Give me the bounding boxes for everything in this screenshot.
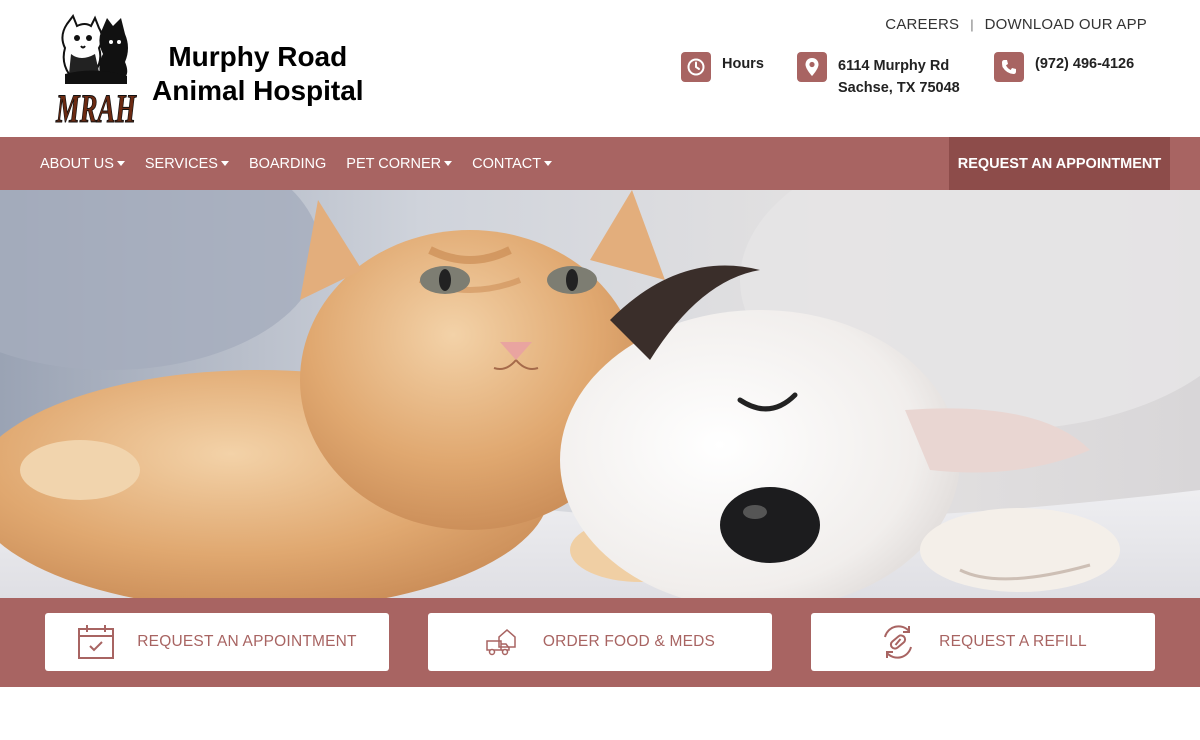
caret-down-icon	[444, 161, 453, 166]
nav-pet-corner-label: PET CORNER	[346, 155, 442, 172]
request-refill-button[interactable]: REQUEST A REFILL	[811, 613, 1155, 671]
hours-label: Hours	[722, 56, 764, 72]
order-food-meds-button[interactable]: ORDER FOOD & MEDS	[428, 613, 772, 671]
order-food-meds-label: ORDER FOOD & MEDS	[542, 633, 716, 650]
nav-about-us[interactable]: ABOUT US	[30, 156, 135, 172]
nav-services-label: SERVICES	[144, 155, 218, 172]
calendar-check-icon	[77, 624, 115, 660]
caret-down-icon	[544, 161, 553, 166]
careers-link[interactable]: CAREERS	[885, 16, 959, 33]
quick-actions-bar: REQUEST AN APPOINTMENT ORDER FOOD & MEDS	[0, 598, 1200, 687]
hero-image	[0, 190, 1200, 598]
site-name-line1: Murphy Road	[168, 41, 348, 72]
phone-number: (972) 496-4126	[1035, 56, 1135, 72]
request-appointment-button[interactable]: REQUEST AN APPOINTMENT	[949, 137, 1170, 190]
phone-info[interactable]: (972) 496-4126	[994, 52, 1134, 82]
nav-about-us-label: ABOUT US	[40, 155, 114, 172]
nav-contact-label: CONTACT	[472, 155, 542, 172]
site-header: MRAH Murphy Road Animal Hospital CAREERS…	[0, 0, 1200, 137]
hours-info[interactable]: Hours	[681, 52, 764, 82]
caret-down-icon	[116, 161, 125, 166]
pill-refill-icon	[879, 623, 917, 661]
address-line2: Sachse, TX 75048	[838, 80, 960, 96]
map-pin-icon	[797, 52, 827, 82]
delivery-truck-icon	[485, 627, 521, 657]
quick-request-appointment-label: REQUEST AN APPOINTMENT	[137, 633, 357, 650]
nav-contact[interactable]: CONTACT	[462, 156, 562, 172]
nav-services[interactable]: SERVICES	[135, 156, 239, 172]
address-info[interactable]: 6114 Murphy Rd Sachse, TX 75048	[797, 52, 960, 99]
nav-pet-corner[interactable]: PET CORNER	[336, 156, 462, 172]
utility-separator: |	[970, 17, 974, 32]
site-name-line2: Animal Hospital	[152, 75, 364, 106]
clock-icon	[681, 52, 711, 82]
request-refill-label: REQUEST A REFILL	[939, 633, 1087, 650]
site-logo[interactable]: MRAH	[55, 13, 138, 132]
quick-request-appointment-button[interactable]: REQUEST AN APPOINTMENT	[45, 613, 389, 671]
utility-links: CAREERS | DOWNLOAD OUR APP	[885, 16, 1147, 33]
main-nav: ABOUT US SERVICES BOARDING PET CORNER CO…	[0, 137, 1200, 190]
nav-boarding[interactable]: BOARDING	[239, 156, 336, 172]
site-name[interactable]: Murphy Road Animal Hospital	[152, 40, 364, 108]
logo-pets-icon	[61, 13, 128, 84]
svg-text:MRAH: MRAH	[55, 86, 137, 126]
nav-boarding-label: BOARDING	[248, 155, 327, 172]
download-app-link[interactable]: DOWNLOAD OUR APP	[985, 16, 1147, 33]
phone-icon	[994, 52, 1024, 82]
caret-down-icon	[220, 161, 229, 166]
address-line1: 6114 Murphy Rd	[838, 58, 950, 74]
